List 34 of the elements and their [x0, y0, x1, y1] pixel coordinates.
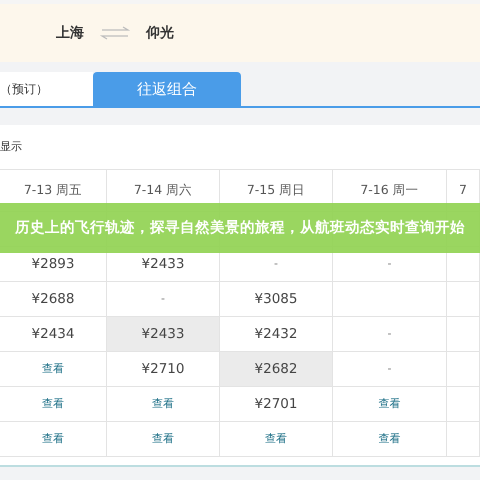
view-link[interactable]: 查看	[42, 430, 64, 448]
price-text[interactable]: ¥2710	[142, 358, 184, 380]
price-text[interactable]: ¥2688	[32, 288, 74, 310]
price-text[interactable]: ¥2433	[142, 254, 184, 274]
no-price-dash: -	[274, 256, 278, 272]
title-banner: 历史上的飞行轨迹，探寻自然美景的旅程，从航班动态实时查询开始	[0, 203, 480, 253]
price-text[interactable]: ¥2433	[142, 324, 184, 344]
price-text[interactable]: ¥2434	[32, 324, 74, 344]
price-text[interactable]: ¥2701	[254, 394, 298, 414]
no-price-dash: -	[388, 256, 392, 272]
column-header: 7-14 周六	[134, 181, 192, 200]
price-text[interactable]: ¥2893	[32, 254, 74, 274]
column-header: 7-15 周日	[246, 181, 306, 200]
column-header: 7-13 周五	[24, 181, 82, 200]
view-link[interactable]: 查看	[152, 430, 174, 448]
price-text[interactable]: ¥2682	[254, 358, 298, 380]
swap-arrows-icon[interactable]	[100, 26, 130, 40]
no-price-dash: -	[388, 360, 392, 377]
column-header: 7-16 周一	[360, 181, 419, 200]
view-link[interactable]: 查看	[378, 430, 400, 448]
no-price-dash: -	[161, 290, 165, 307]
display-label: 显示	[0, 138, 22, 155]
price-text[interactable]: ¥3085	[254, 288, 298, 310]
origin-city: 上海	[56, 24, 84, 42]
view-link[interactable]: 查看	[265, 430, 287, 448]
price-text[interactable]: ¥2432	[254, 324, 298, 344]
column-header: 7	[459, 181, 467, 200]
view-link[interactable]: 查看	[152, 396, 174, 412]
no-price-dash: -	[388, 326, 392, 342]
tab[interactable]: （预订）	[0, 72, 93, 106]
destination-city: 仰光	[146, 24, 174, 42]
view-link[interactable]: 查看	[42, 360, 64, 378]
view-link[interactable]: 查看	[378, 396, 400, 412]
view-link[interactable]: 查看	[42, 396, 64, 412]
